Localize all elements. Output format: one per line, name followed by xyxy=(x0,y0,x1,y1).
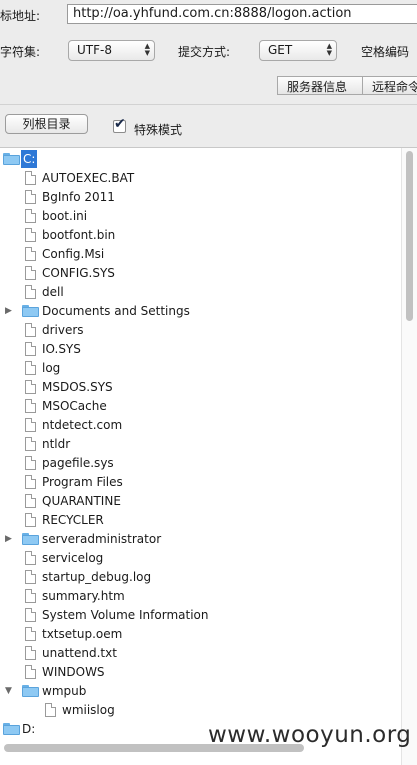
special-mode-label: 特殊模式 xyxy=(134,123,183,137)
file-icon xyxy=(25,209,36,223)
space-encoding-label: 空格编码 xyxy=(361,45,410,59)
tree-item-label: pagefile.sys xyxy=(42,456,114,470)
tab-remote-command-label: 远程命令 xyxy=(372,80,417,94)
tree-item-label: log xyxy=(42,361,61,375)
file-icon xyxy=(25,228,36,242)
tab-server-info-label: 服务器信息 xyxy=(287,80,348,94)
tree-item-label: MSOCache xyxy=(42,399,107,413)
method-value: GET xyxy=(268,43,293,57)
file-icon xyxy=(25,646,36,660)
tree-item-label: MSDOS.SYS xyxy=(42,380,113,394)
method-label: 提交方式: xyxy=(178,45,231,59)
divider xyxy=(0,104,417,105)
folder-icon xyxy=(3,723,20,735)
checkmark-icon: ✔ xyxy=(114,116,126,132)
vertical-scrollbar-thumb[interactable] xyxy=(406,151,413,321)
tree-item-label: bootfont.bin xyxy=(42,228,116,242)
file-icon xyxy=(25,665,36,679)
tree-item-label: summary.htm xyxy=(42,589,125,603)
charset-value: UTF-8 xyxy=(77,43,112,57)
disclosure-expanded-icon[interactable]: ▼ xyxy=(5,682,12,700)
url-input[interactable]: http://oa.yhfund.com.cn:8888/logon.actio… xyxy=(67,4,417,24)
tree-item-label: serveradministrator xyxy=(42,532,162,546)
file-icon xyxy=(25,589,36,603)
tree-item-label: unattend.txt xyxy=(42,646,117,660)
tree-item-label: drivers xyxy=(42,323,84,337)
tree-item-label: startup_debug.log xyxy=(42,570,152,584)
tree-item-label: WINDOWS xyxy=(42,665,105,679)
disclosure-collapsed-icon[interactable]: ▶ xyxy=(5,530,12,548)
charset-label: 字符集: xyxy=(0,45,41,59)
special-mode-checkbox[interactable]: ✔ xyxy=(113,116,126,133)
file-icon xyxy=(25,551,36,565)
file-icon xyxy=(25,285,36,299)
charset-select[interactable]: UTF-8 ▲ ▼ xyxy=(68,40,155,61)
tree-item-label: CONFIG.SYS xyxy=(42,266,115,280)
file-icon xyxy=(25,342,36,356)
file-icon xyxy=(25,570,36,584)
chevron-updown-icon: ▲ ▼ xyxy=(144,42,150,57)
tree-item-label: ntdetect.com xyxy=(42,418,123,432)
tree-item-label: servicelog xyxy=(42,551,104,565)
file-icon xyxy=(25,418,36,432)
tree-item-label: txtsetup.oem xyxy=(42,627,123,641)
file-icon xyxy=(25,171,36,185)
tree-item-label: Documents and Settings xyxy=(42,304,190,318)
disclosure-collapsed-icon[interactable]: ▶ xyxy=(5,302,12,320)
method-select[interactable]: GET ▲ ▼ xyxy=(259,40,337,61)
file-icon xyxy=(25,475,36,489)
watermark: www.wooyun.org xyxy=(208,722,412,748)
file-icon xyxy=(25,247,36,261)
chevron-updown-icon: ▲ ▼ xyxy=(326,42,332,57)
folder-icon xyxy=(22,305,39,317)
list-root-button[interactable]: 列根目录 xyxy=(5,114,88,134)
folder-icon xyxy=(22,685,39,697)
tree-root-d-label: D: xyxy=(22,722,36,736)
url-label: 标地址: xyxy=(0,9,41,23)
file-icon xyxy=(25,380,36,394)
tree-item-label: IO.SYS xyxy=(42,342,81,356)
tree-item-label: System Volume Information xyxy=(42,608,209,622)
tree-root-c-label: C: xyxy=(21,150,38,168)
file-icon xyxy=(25,456,36,470)
file-tree[interactable]: ▼ C: AUTOEXEC.BAT BgInfo 2011 boot.ini boot… xyxy=(0,147,417,765)
tree-item-label: ntldr xyxy=(42,437,71,451)
tree-item-label: QUARANTINE xyxy=(42,494,121,508)
file-icon xyxy=(25,361,36,375)
file-icon xyxy=(25,399,36,413)
file-icon xyxy=(25,437,36,451)
tab-remote-command[interactable]: 远程命令 xyxy=(363,76,417,95)
vertical-scrollbar[interactable] xyxy=(401,148,417,765)
tab-server-info[interactable]: 服务器信息 xyxy=(277,76,363,95)
tree-item-label: Program Files xyxy=(42,475,123,489)
tree-item-label: dell xyxy=(42,285,64,299)
file-icon xyxy=(25,494,36,508)
file-icon xyxy=(25,608,36,622)
tree-item-label: BgInfo 2011 xyxy=(42,190,115,204)
file-icon xyxy=(25,513,36,527)
folder-open-icon xyxy=(3,153,20,165)
folder-icon xyxy=(22,533,39,545)
tree-folder-wmpub-label: wmpub xyxy=(42,684,87,698)
file-icon xyxy=(45,703,56,717)
tree-item-label: Config.Msi xyxy=(42,247,105,261)
tree-item-label: AUTOEXEC.BAT xyxy=(42,171,135,185)
tree-item-label: RECYCLER xyxy=(42,513,104,527)
file-icon xyxy=(25,266,36,280)
file-icon xyxy=(25,323,36,337)
tree-item-label: boot.ini xyxy=(42,209,88,223)
file-icon xyxy=(25,190,36,204)
file-icon xyxy=(25,627,36,641)
tree-file-wmiislog-label: wmiislog xyxy=(62,703,115,717)
